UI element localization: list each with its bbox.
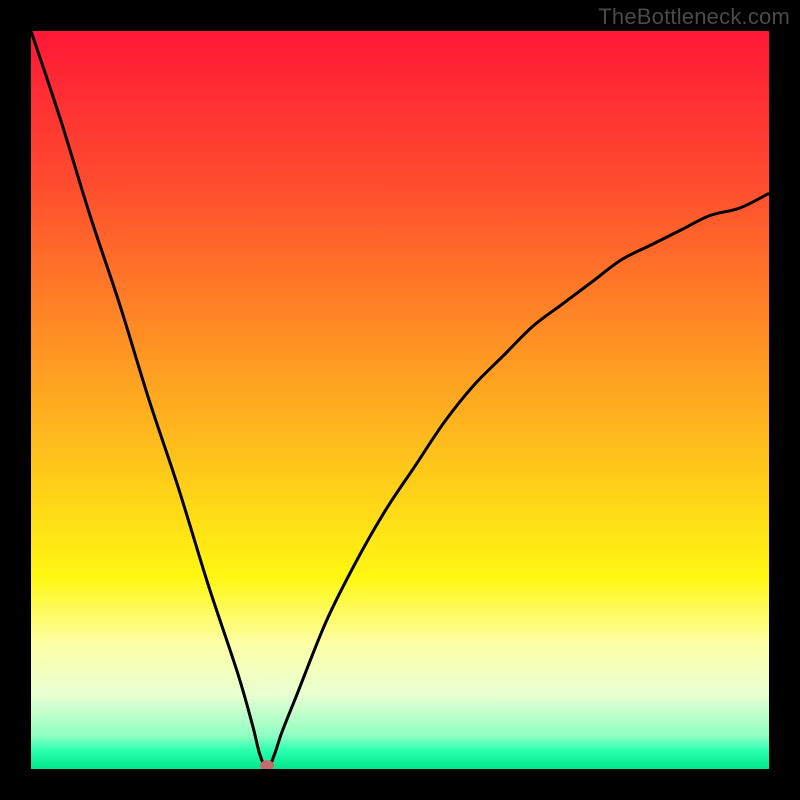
watermark-text: TheBottleneck.com (598, 4, 790, 30)
bottleneck-chart (31, 31, 769, 769)
chart-frame: TheBottleneck.com (0, 0, 800, 800)
plot-area (31, 31, 769, 769)
gradient-background (31, 31, 769, 769)
